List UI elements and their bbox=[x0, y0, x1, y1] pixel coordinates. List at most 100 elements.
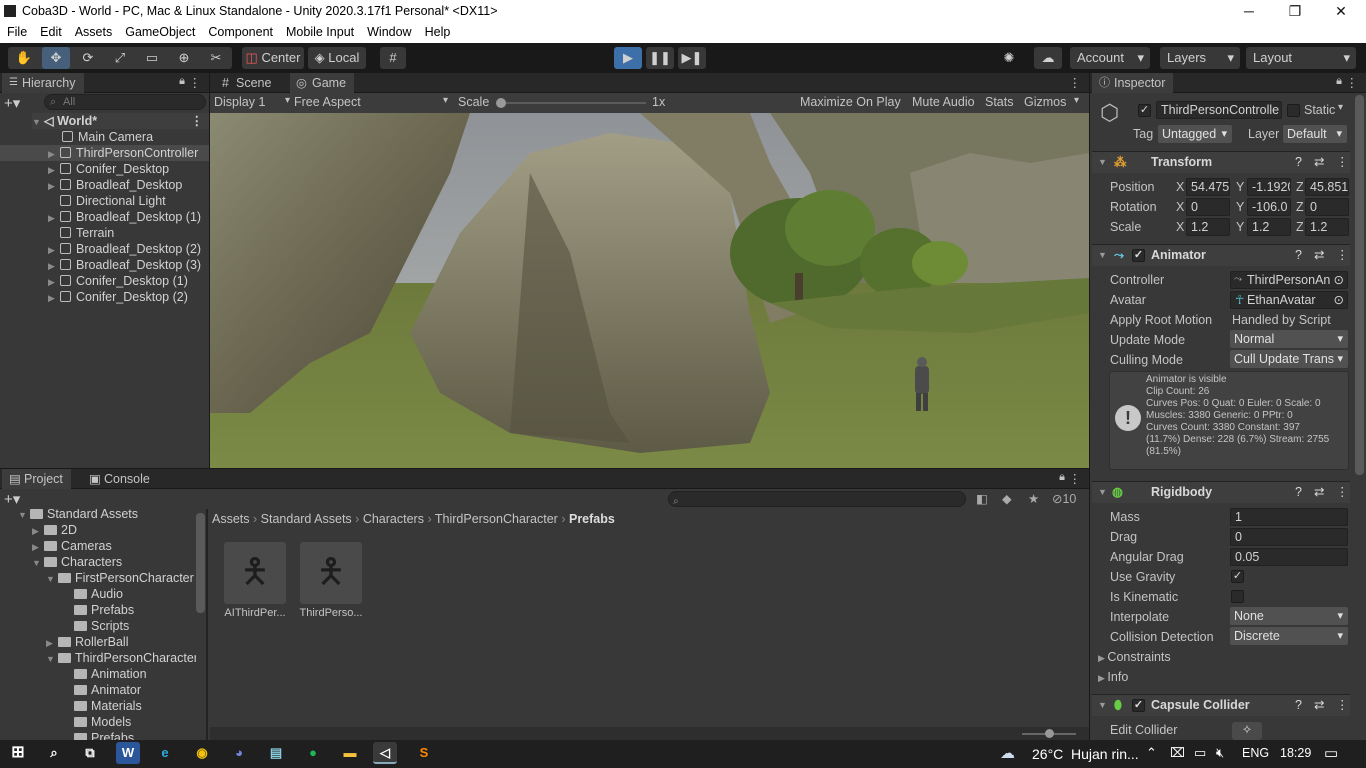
clock[interactable]: 18:29 bbox=[1280, 746, 1311, 760]
create-asset-button[interactable]: +▾ bbox=[4, 490, 20, 508]
edge-icon[interactable]: e bbox=[153, 742, 177, 764]
position-y-field[interactable]: -1.1920 bbox=[1247, 178, 1291, 196]
tree-folder[interactable]: Animator bbox=[74, 682, 141, 698]
scale-y-field[interactable]: 1.2 bbox=[1247, 218, 1291, 236]
minimize-button[interactable]: ─ bbox=[1226, 1, 1272, 21]
temperature[interactable]: 26°C bbox=[1032, 746, 1063, 762]
hierarchy-item[interactable]: Main Camera bbox=[62, 129, 153, 145]
word-icon[interactable]: W bbox=[116, 742, 140, 764]
step-button[interactable]: ▶❚ bbox=[678, 47, 706, 69]
animator-header[interactable]: ▼ ⤳ ✓ Animator? ⇄ ⋮ bbox=[1092, 244, 1350, 266]
tab-inspector[interactable]: ⓘ Inspector bbox=[1092, 73, 1174, 93]
rotation-z-field[interactable]: 0 bbox=[1305, 198, 1349, 216]
interpolate-dropdown[interactable]: None bbox=[1230, 607, 1348, 625]
prefab-thumbnail[interactable]: 🯅 bbox=[224, 542, 286, 604]
tray-network-icon[interactable]: ⌧ bbox=[1170, 745, 1185, 761]
tree-folder[interactable]: ▶ Cameras bbox=[32, 538, 112, 554]
breadcrumb-item[interactable]: ThirdPersonCharacter bbox=[435, 512, 558, 526]
menu-edit[interactable]: Edit bbox=[33, 23, 68, 39]
hierarchy-item[interactable]: ▶ Conifer_Desktop (2) bbox=[48, 289, 188, 305]
help-icon[interactable]: ? bbox=[1295, 152, 1302, 173]
spotify-icon[interactable]: ● bbox=[301, 742, 325, 764]
pivot-local-button[interactable]: ◈ Local bbox=[308, 47, 366, 69]
inspector-scrollbar[interactable] bbox=[1355, 95, 1364, 475]
prefab-thumbnail[interactable]: 🯅 bbox=[300, 542, 362, 604]
search-icon[interactable]: ⌕ bbox=[42, 742, 66, 764]
tab-hierarchy[interactable]: ☰ Hierarchy bbox=[2, 73, 84, 93]
menu-window[interactable]: Window bbox=[360, 23, 417, 39]
pivot-center-button[interactable]: ◫ Center bbox=[242, 47, 304, 69]
drag-field[interactable]: 0 bbox=[1230, 528, 1348, 546]
mute-audio-toggle[interactable]: Mute Audio bbox=[912, 95, 975, 109]
tree-folder[interactable]: ▼ Standard Assets bbox=[18, 509, 138, 522]
display-dropdown[interactable]: Display 1 ▾ bbox=[214, 95, 290, 109]
maximize-on-play-toggle[interactable]: Maximize On Play bbox=[800, 95, 901, 109]
scene-menu-icon[interactable]: ⋮ bbox=[191, 113, 204, 129]
menu-help[interactable]: Help bbox=[418, 23, 457, 39]
tray-volume-icon[interactable]: 🔇︎ bbox=[1216, 745, 1224, 761]
component-menu-icon[interactable]: ⋮ bbox=[1336, 152, 1349, 173]
rotation-x-field[interactable]: 0 bbox=[1186, 198, 1230, 216]
tree-folder[interactable]: Models bbox=[74, 714, 131, 730]
more-icon[interactable]: ⋮ bbox=[1069, 471, 1082, 486]
discord-icon[interactable]: ◕ bbox=[227, 742, 251, 764]
filter-type-icon[interactable]: ◧ bbox=[976, 491, 988, 506]
menu-file[interactable]: File bbox=[0, 23, 33, 39]
animator-enabled-checkbox[interactable]: ✓ bbox=[1132, 249, 1145, 262]
hierarchy-item[interactable]: ▶ Broadleaf_Desktop (1) bbox=[48, 209, 201, 225]
component-menu-icon[interactable]: ⋮ bbox=[1336, 482, 1349, 503]
menu-component[interactable]: Component bbox=[201, 23, 279, 39]
hierarchy-search-input[interactable]: ⌕ All bbox=[44, 94, 206, 110]
hidden-packages-icon[interactable]: ⊘10 bbox=[1052, 491, 1076, 506]
layout-dropdown[interactable]: Layout ▾ bbox=[1246, 47, 1356, 69]
tree-folder[interactable]: ▶ RollerBall bbox=[46, 634, 129, 650]
preset-icon[interactable]: ⇄ bbox=[1314, 245, 1324, 266]
object-picker-icon[interactable]: ⊙ bbox=[1333, 292, 1344, 308]
weather-text[interactable]: Hujan rin... bbox=[1071, 746, 1139, 762]
tree-folder[interactable]: Scripts bbox=[74, 618, 129, 634]
tree-folder[interactable]: ▼ FirstPersonCharacter bbox=[46, 570, 194, 586]
tree-folder[interactable]: Prefabs bbox=[74, 602, 134, 618]
tree-folder[interactable]: Audio bbox=[74, 586, 123, 602]
hierarchy-item[interactable]: Terrain bbox=[60, 225, 114, 241]
menu-gameobject[interactable]: GameObject bbox=[118, 23, 201, 39]
tab-game[interactable]: ◎ Game bbox=[290, 73, 355, 93]
static-dropdown-icon[interactable]: ▾ bbox=[1338, 102, 1343, 113]
unity-taskbar-icon[interactable]: ◁ bbox=[373, 742, 397, 764]
collab-icon[interactable]: ✺ bbox=[996, 47, 1022, 69]
collider-enabled-checkbox[interactable]: ✓ bbox=[1132, 699, 1145, 712]
pause-button[interactable]: ❚❚ bbox=[646, 47, 674, 69]
hierarchy-item[interactable]: Directional Light bbox=[60, 193, 166, 209]
controller-field[interactable]: ⤳ ThirdPersonAn ⊙ bbox=[1230, 271, 1348, 289]
custom-tool-icon[interactable]: ✂ bbox=[202, 47, 230, 69]
rotation-y-field[interactable]: -106.0 bbox=[1247, 198, 1291, 216]
play-button[interactable]: ▶ bbox=[614, 47, 642, 69]
object-picker-icon[interactable]: ⊙ bbox=[1333, 272, 1344, 288]
scale-slider-handle[interactable] bbox=[496, 98, 506, 108]
collision-detection-dropdown[interactable]: Discrete bbox=[1230, 627, 1348, 645]
scale-z-field[interactable]: 1.2 bbox=[1305, 218, 1349, 236]
more-icon[interactable]: ⋮ bbox=[1069, 75, 1082, 90]
avatar-field[interactable]: ☥ EthanAvatar ⊙ bbox=[1230, 291, 1348, 309]
tree-folder[interactable]: ▶ 2D bbox=[32, 522, 77, 538]
menu-mobile-input[interactable]: Mobile Input bbox=[279, 23, 360, 39]
lock-icon[interactable]: 🔒︎ bbox=[1059, 471, 1065, 484]
culling-mode-dropdown[interactable]: Cull Update Trans bbox=[1230, 350, 1348, 368]
object-name-input[interactable]: ThirdPersonControlle bbox=[1156, 101, 1282, 119]
cloud-icon[interactable]: ☁ bbox=[1034, 47, 1062, 69]
angular-drag-field[interactable]: 0.05 bbox=[1230, 548, 1348, 566]
static-checkbox[interactable] bbox=[1287, 104, 1300, 117]
use-gravity-checkbox[interactable]: ✓ bbox=[1231, 570, 1244, 583]
tab-project[interactable]: ▤ Project bbox=[2, 469, 71, 489]
maximize-button[interactable]: ❐ bbox=[1272, 1, 1318, 21]
update-mode-dropdown[interactable]: Normal bbox=[1230, 330, 1348, 348]
stats-toggle[interactable]: Stats bbox=[985, 95, 1014, 109]
favorite-star-icon[interactable]: ★ bbox=[1028, 491, 1039, 506]
more-icon[interactable]: ⋮ bbox=[189, 75, 202, 90]
move-tool-icon[interactable]: ✥ bbox=[42, 47, 70, 69]
hierarchy-item[interactable]: ▶ Broadleaf_Desktop (3) bbox=[48, 257, 201, 273]
scale-x-field[interactable]: 1.2 bbox=[1186, 218, 1230, 236]
help-icon[interactable]: ? bbox=[1295, 482, 1302, 503]
tag-dropdown[interactable]: Untagged bbox=[1158, 125, 1232, 143]
tab-scene[interactable]: # Scene bbox=[214, 73, 279, 93]
